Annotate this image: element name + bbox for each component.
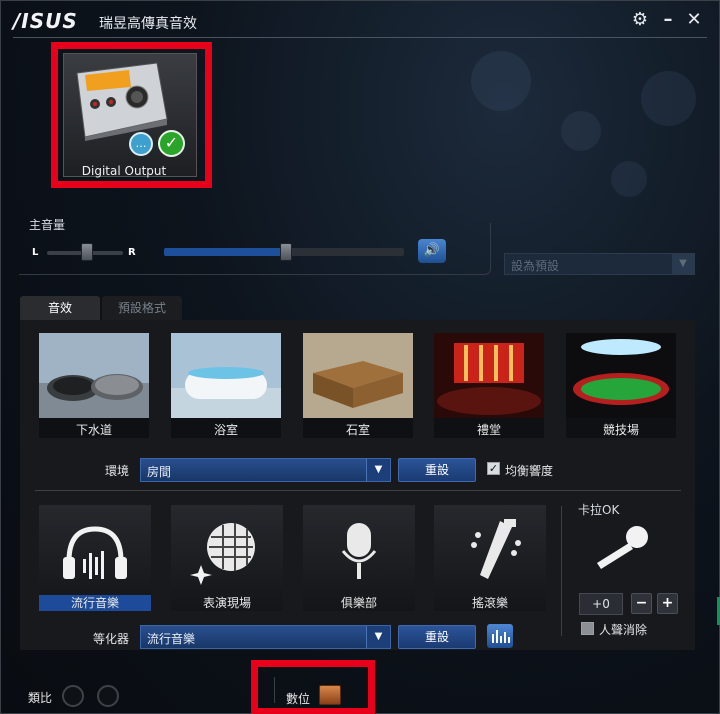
- auditorium-image: [434, 333, 544, 418]
- equalizer-value: 流行音樂: [147, 632, 196, 646]
- chevron-down-icon: ▼: [366, 626, 390, 648]
- volume-slider-fill: [164, 248, 286, 256]
- karaoke-title: 卡拉OK: [578, 503, 620, 517]
- env-label: 浴室: [213, 423, 238, 437]
- vocal-cancel-label: 人聲消除: [599, 623, 648, 637]
- analog-port-2[interactable]: [97, 685, 119, 707]
- set-default-dropdown[interactable]: 設為預設 ▼: [504, 253, 695, 275]
- eq-bars-icon: [492, 630, 510, 643]
- env-tile-sewer[interactable]: 下水道: [39, 333, 149, 438]
- chevron-down-icon: ▼: [366, 459, 390, 481]
- karaoke-minus-button[interactable]: −: [631, 593, 652, 614]
- minimize-icon[interactable]: –: [657, 9, 679, 31]
- environment-value: 房間: [147, 465, 172, 479]
- environment-reset-button[interactable]: 重設: [398, 458, 476, 482]
- karaoke-divider: [561, 506, 562, 636]
- disco-ball-icon: [190, 523, 255, 585]
- speaker-icon[interactable]: 🔊: [418, 239, 446, 263]
- env-tile-auditorium[interactable]: 禮堂: [434, 333, 544, 438]
- analog-port-1[interactable]: [62, 685, 84, 707]
- environment-dropdown[interactable]: 房間 ▼: [140, 458, 391, 482]
- eq-tile-rock[interactable]: 搖滾樂: [434, 505, 546, 611]
- gear-icon[interactable]: ⚙: [629, 9, 651, 31]
- equalizer-reset-button[interactable]: 重設: [398, 625, 476, 649]
- balance-slider-thumb[interactable]: [81, 243, 93, 261]
- tab-sound-effects[interactable]: 音效: [20, 296, 100, 320]
- background-bokeh: [561, 111, 601, 151]
- master-volume-label: 主音量: [29, 218, 66, 232]
- eq-tile-pop[interactable]: 流行音樂: [39, 505, 151, 611]
- eq-tile-club[interactable]: 俱樂部: [303, 505, 415, 611]
- eq-label: 俱樂部: [340, 596, 377, 610]
- tab-default-format[interactable]: 預設格式: [102, 296, 182, 320]
- equalize-loudness-label: 均衡響度: [505, 464, 554, 478]
- background-bokeh: [471, 51, 531, 111]
- stone-room-image: [303, 333, 413, 418]
- env-tile-bathroom[interactable]: 浴室: [171, 333, 281, 438]
- app-window: /ISUS 瑞昱高傳真音效 ⚙ – ✕ … ✓ Digital Output 主…: [0, 0, 720, 714]
- equalizer-dropdown[interactable]: 流行音樂 ▼: [140, 625, 391, 649]
- volume-slider-thumb[interactable]: [280, 243, 292, 261]
- title-bar: /ISUS 瑞昱高傳真音效 ⚙ – ✕: [1, 1, 719, 39]
- eq-label: 流行音樂: [39, 595, 151, 611]
- guitar-icon: [471, 519, 521, 579]
- chevron-down-icon: ▼: [672, 254, 694, 274]
- env-label: 競技場: [602, 423, 639, 437]
- env-tile-arena[interactable]: 競技場: [566, 333, 676, 438]
- equalize-loudness-checkbox[interactable]: ✓: [487, 462, 500, 475]
- karaoke-plus-button[interactable]: +: [657, 593, 678, 614]
- vocal-cancel-checkbox[interactable]: [581, 622, 594, 635]
- background-bokeh: [611, 161, 647, 197]
- env-tile-stone-room[interactable]: 石室: [303, 333, 413, 438]
- set-default-label: 設為預設: [511, 259, 560, 273]
- env-label: 下水道: [75, 423, 112, 437]
- arena-image: [566, 333, 676, 418]
- equalizer-label: 等化器: [93, 632, 130, 646]
- asus-logo: /ISUS: [13, 9, 78, 33]
- window-title: 瑞昱高傳真音效: [99, 16, 197, 32]
- section-divider: [35, 490, 681, 491]
- headphones-icon: [63, 526, 127, 579]
- close-icon[interactable]: ✕: [683, 9, 705, 31]
- microphone-icon: [341, 523, 377, 579]
- environment-label: 環境: [105, 464, 130, 478]
- balance-right-label: R: [128, 247, 136, 258]
- karaoke-value: +0: [579, 593, 623, 615]
- env-label: 禮堂: [476, 423, 501, 437]
- eq-label: 表演現場: [202, 596, 251, 610]
- graphic-eq-icon[interactable]: [487, 624, 513, 648]
- balance-left-label: L: [32, 247, 39, 258]
- eq-label: 搖滾樂: [471, 596, 508, 610]
- env-label: 石室: [345, 423, 370, 437]
- background-bokeh: [641, 71, 696, 126]
- device-highlight-frame: [51, 42, 212, 188]
- sewer-image: [39, 333, 149, 418]
- karaoke-microphone-icon: [597, 526, 648, 569]
- digital-highlight-frame: [251, 660, 375, 714]
- title-divider: [13, 37, 707, 38]
- bathroom-image: [171, 333, 281, 418]
- eq-tile-live[interactable]: 表演現場: [171, 505, 283, 611]
- analog-label: 類比: [28, 691, 53, 705]
